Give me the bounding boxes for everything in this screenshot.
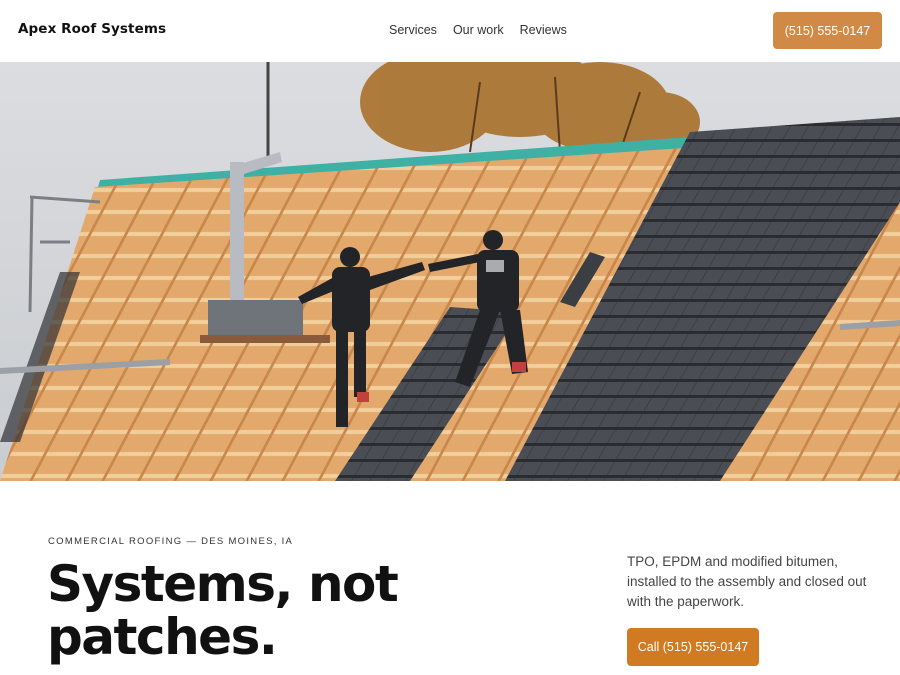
- brand-logo[interactable]: Apex Roof Systems: [18, 21, 166, 37]
- intro-description: TPO, EPDM and modified bitumen, installe…: [627, 554, 867, 609]
- site-header: Apex Roof Systems Services Our work Revi…: [0, 0, 900, 62]
- section-eyebrow: COMMERCIAL ROOFING — DES MOINES, IA: [48, 536, 294, 547]
- header-phone-button[interactable]: (515) 555-0147: [773, 12, 882, 49]
- roofers-on-pitched-roof-photo: [0, 62, 900, 481]
- call-cta-button[interactable]: Call (515) 555-0147: [627, 628, 759, 666]
- page-headline: Systems, not patches.: [47, 555, 399, 666]
- hero-image: [0, 62, 900, 481]
- nav-our-work[interactable]: Our work: [453, 23, 504, 37]
- nav-reviews[interactable]: Reviews: [520, 23, 567, 37]
- nav-services[interactable]: Services: [389, 23, 437, 37]
- main-nav: Services Our work Reviews: [389, 23, 567, 37]
